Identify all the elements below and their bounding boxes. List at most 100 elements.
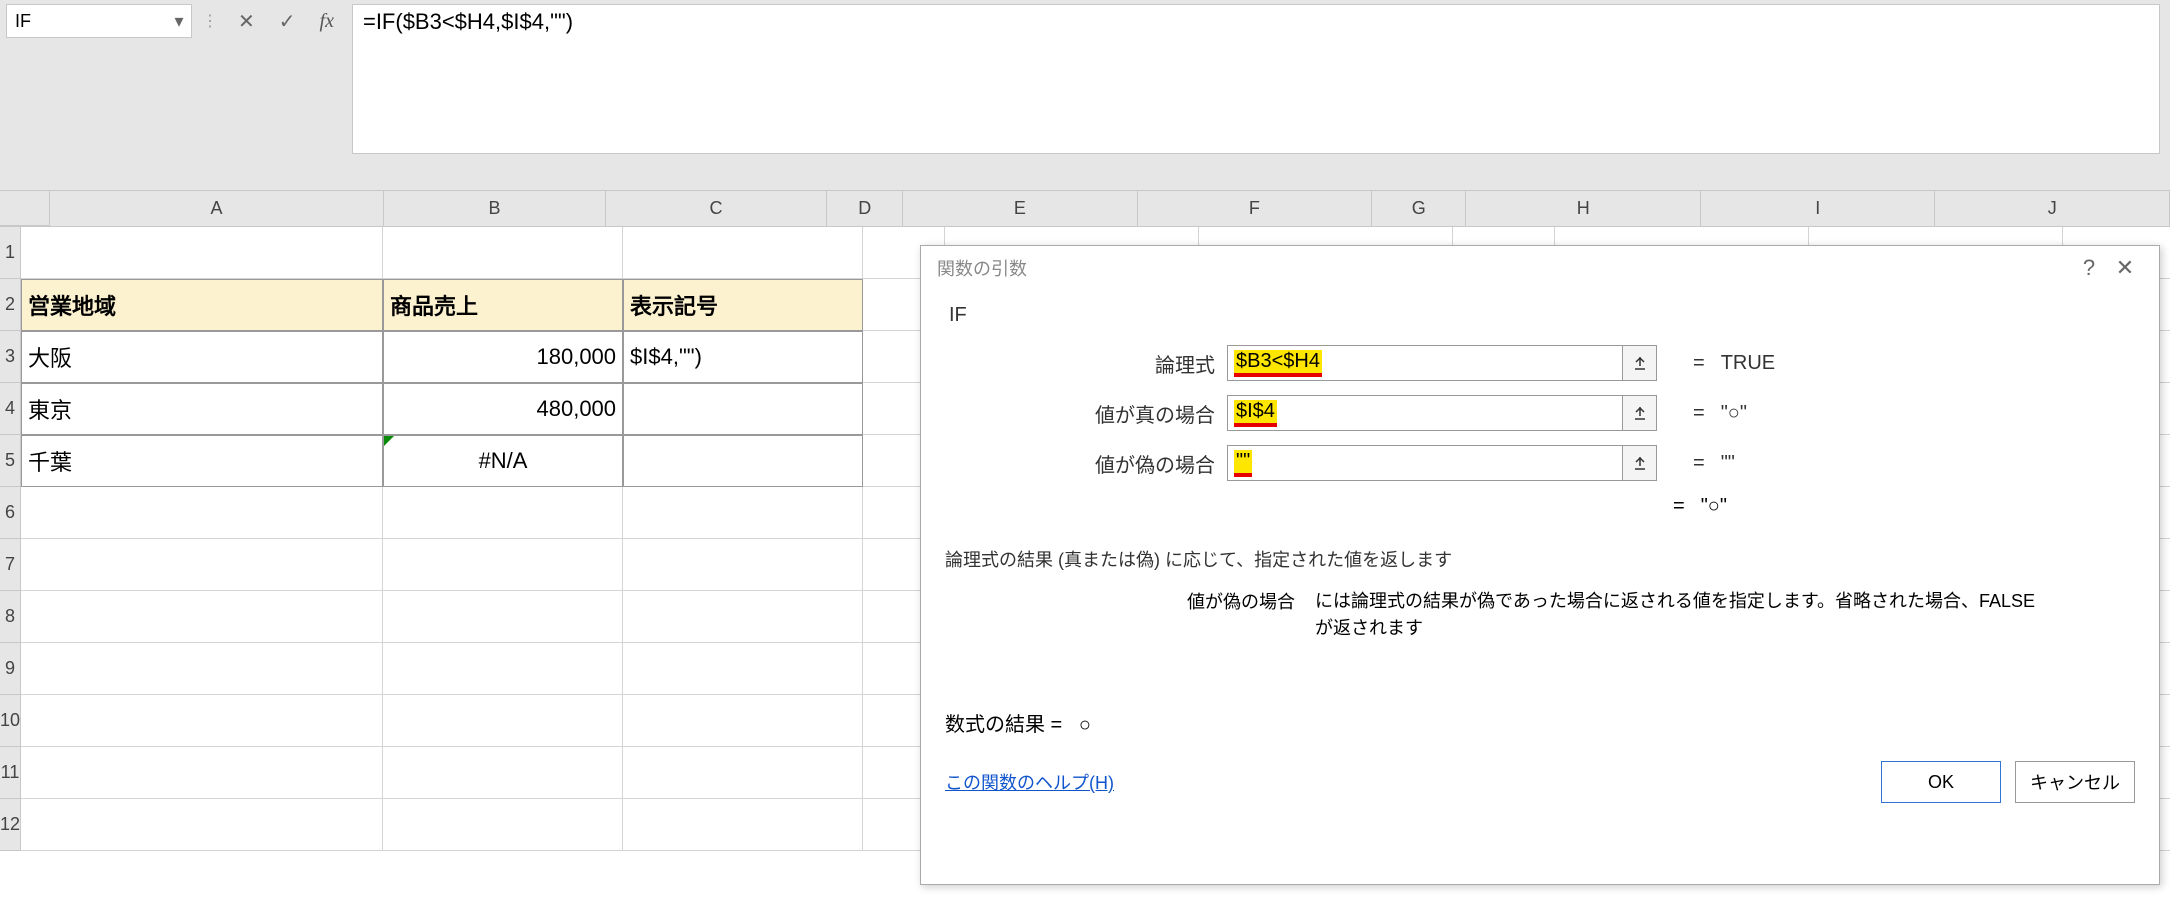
arg-label: 論理式 (945, 349, 1215, 378)
col-header-F[interactable]: F (1138, 191, 1373, 226)
overall-result: ="○" (1673, 495, 2135, 518)
arg-input[interactable]: $B3<$H4 (1227, 345, 1657, 381)
row-header-2[interactable]: 2 (0, 279, 21, 331)
arg-row-1: 値が真の場合 $I$4 ="○" (945, 395, 2135, 431)
function-name: IF (949, 304, 2135, 327)
cell-C11[interactable] (623, 747, 863, 799)
cell-A8[interactable] (21, 591, 383, 643)
cell-C10[interactable] (623, 695, 863, 747)
cell-C4[interactable] (623, 383, 863, 435)
function-help-link[interactable]: この関数のヘルプ(H) (945, 769, 1114, 795)
cell-C3[interactable]: $I$4,"") (623, 331, 863, 383)
cancel-button[interactable]: キャンセル (2015, 761, 2135, 803)
cell-C6[interactable] (623, 487, 863, 539)
function-arguments-dialog: 関数の引数 ? ✕ IF 論理式 $B3<$H4 =TRUE 値が真の場合 $I$4 ="… (920, 245, 2160, 885)
cell-C1[interactable] (623, 227, 863, 279)
column-headers: ABCDEFGHIJ (0, 191, 2170, 227)
name-box-dropdown[interactable]: ▾ (169, 7, 189, 35)
formula-input[interactable]: =IF($B3<$H4,$I$4,"") (352, 4, 2160, 154)
cell-A2[interactable]: 営業地域 (21, 279, 383, 331)
col-header-I[interactable]: I (1701, 191, 1936, 226)
cell-C7[interactable] (623, 539, 863, 591)
col-header-C[interactable]: C (606, 191, 828, 226)
cell-A1[interactable] (21, 227, 383, 279)
row-header-4[interactable]: 4 (0, 383, 21, 435)
row-header-10[interactable]: 10 (0, 695, 21, 747)
cell-B12[interactable] (383, 799, 623, 851)
cell-C5[interactable] (623, 435, 863, 487)
fx-icon[interactable]: fx (320, 10, 334, 33)
col-header-H[interactable]: H (1466, 191, 1701, 226)
enter-icon[interactable]: ✓ (279, 9, 296, 34)
close-icon[interactable]: ✕ (2107, 250, 2143, 286)
row-header-7[interactable]: 7 (0, 539, 21, 591)
col-header-G[interactable]: G (1372, 191, 1466, 226)
arg-row-0: 論理式 $B3<$H4 =TRUE (945, 345, 2135, 381)
formula-text: =IF($B3<$H4,$I$4,"") (363, 9, 573, 35)
cell-A12[interactable] (21, 799, 383, 851)
row-header-5[interactable]: 5 (0, 435, 21, 487)
col-header-A[interactable]: A (50, 191, 384, 226)
cell-B10[interactable] (383, 695, 623, 747)
formula-bar-grip: ⋮ (200, 4, 220, 38)
col-header-B[interactable]: B (384, 191, 606, 226)
ok-button[interactable]: OK (1881, 761, 2001, 803)
formula-result: 数式の結果 = ○ (945, 708, 2135, 737)
range-selector-icon[interactable] (1622, 396, 1656, 430)
arguments-list: 論理式 $B3<$H4 =TRUE 値が真の場合 $I$4 ="○" 値が偽の場合 "" ="" (945, 345, 2135, 495)
dialog-title: 関数の引数 (937, 255, 1027, 281)
cell-A11[interactable] (21, 747, 383, 799)
cell-B11[interactable] (383, 747, 623, 799)
cell-A9[interactable] (21, 643, 383, 695)
col-header-E[interactable]: E (903, 191, 1138, 226)
col-header-D[interactable]: D (827, 191, 903, 226)
row-headers: 123456789101112 (0, 227, 21, 851)
cell-C2[interactable]: 表示記号 (623, 279, 863, 331)
select-all-corner[interactable] (0, 191, 50, 226)
row-header-3[interactable]: 3 (0, 331, 21, 383)
arg-result: ="" (1669, 452, 1735, 475)
cell-C8[interactable] (623, 591, 863, 643)
cell-A5[interactable]: 千葉 (21, 435, 383, 487)
arg-input[interactable]: "" (1227, 445, 1657, 481)
cell-B5[interactable]: #N/A (383, 435, 623, 487)
help-icon[interactable]: ? (2071, 250, 2107, 286)
formula-bar: IF ▾ ⋮ ✕ ✓ fx =IF($B3<$H4,$I$4,"") (0, 0, 2170, 170)
row-header-6[interactable]: 6 (0, 487, 21, 539)
name-box[interactable]: IF ▾ (6, 4, 192, 38)
arg-label: 値が偽の場合 (945, 449, 1215, 478)
col-header-J[interactable]: J (1935, 191, 2170, 226)
arg-result: =TRUE (1669, 352, 1775, 375)
range-selector-icon[interactable] (1622, 346, 1656, 380)
row-header-12[interactable]: 12 (0, 799, 21, 851)
dialog-footer: この関数のヘルプ(H) OK キャンセル (945, 761, 2135, 811)
dialog-titlebar[interactable]: 関数の引数 ? ✕ (921, 246, 2159, 290)
cell-B6[interactable] (383, 487, 623, 539)
cell-B7[interactable] (383, 539, 623, 591)
cancel-icon[interactable]: ✕ (238, 9, 255, 34)
row-header-9[interactable]: 9 (0, 643, 21, 695)
cell-A6[interactable] (21, 487, 383, 539)
cell-A10[interactable] (21, 695, 383, 747)
cell-C9[interactable] (623, 643, 863, 695)
cell-B1[interactable] (383, 227, 623, 279)
row-header-1[interactable]: 1 (0, 227, 21, 279)
cell-A4[interactable]: 東京 (21, 383, 383, 435)
row-header-11[interactable]: 11 (0, 747, 21, 799)
name-box-value: IF (15, 11, 31, 32)
cell-B4[interactable]: 480,000 (383, 383, 623, 435)
argument-help: 値が偽の場合 には論理式の結果が偽であった場合に返される値を指定します。省略され… (1155, 588, 2135, 642)
row-header-8[interactable]: 8 (0, 591, 21, 643)
cell-B2[interactable]: 商品売上 (383, 279, 623, 331)
argument-help-text: には論理式の結果が偽であった場合に返される値を指定します。省略された場合、FAL… (1315, 588, 2045, 642)
range-selector-icon[interactable] (1622, 446, 1656, 480)
cell-A7[interactable] (21, 539, 383, 591)
cell-B9[interactable] (383, 643, 623, 695)
cell-B8[interactable] (383, 591, 623, 643)
cell-B3[interactable]: 180,000 (383, 331, 623, 383)
cell-C12[interactable] (623, 799, 863, 851)
arg-label: 値が真の場合 (945, 399, 1215, 428)
arg-result: ="○" (1669, 402, 1747, 425)
cell-A3[interactable]: 大阪 (21, 331, 383, 383)
arg-input[interactable]: $I$4 (1227, 395, 1657, 431)
